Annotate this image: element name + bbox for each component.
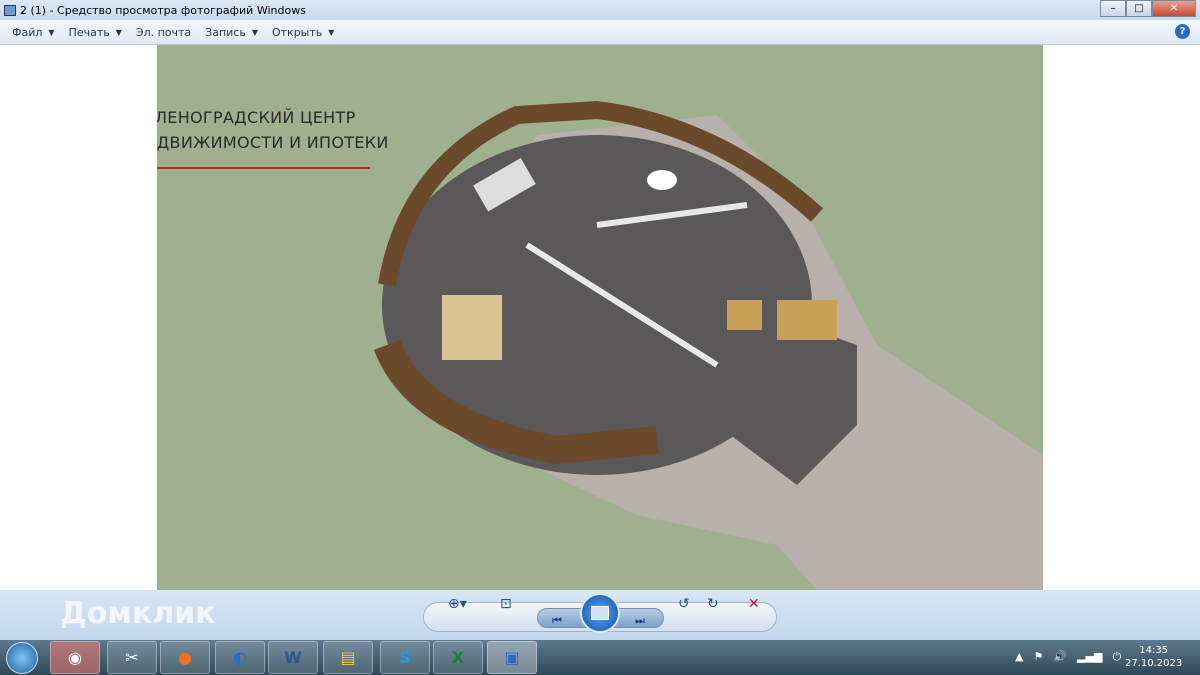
- taskbar-excel[interactable]: X: [433, 641, 483, 674]
- chevron-down-icon: ▼: [48, 27, 55, 37]
- logo-mark: [157, 167, 370, 169]
- cabinet: [777, 300, 837, 340]
- help-icon[interactable]: ?: [1175, 24, 1190, 39]
- taskbar-thunderbird[interactable]: ◐: [215, 641, 265, 674]
- image-viewer: ЗЕЛЕНОГРАДСКИЙ ЦЕНТР НЕДВИЖИМОСТИ И ИПОТ…: [0, 45, 1200, 590]
- menu-label: Файл: [12, 25, 43, 39]
- rotate-ccw-button[interactable]: ↺: [678, 596, 690, 612]
- chevron-down-icon: ▼: [115, 27, 122, 37]
- next-icon: ⏭: [635, 614, 645, 627]
- taskbar: ◉ ✂ ● ◐ W ▤ S X ▣ ▲ ⚑ 🔊 ▂▄▆ ⏻ 14:35 27.1…: [0, 640, 1200, 675]
- fit-button[interactable]: ⊡: [500, 596, 512, 612]
- menu-burn[interactable]: Запись ▼: [205, 26, 258, 39]
- table: [647, 170, 677, 190]
- menu-label: Печать: [68, 25, 110, 39]
- maximize-button[interactable]: □: [1126, 0, 1152, 17]
- power-icon[interactable]: ⏻: [1112, 650, 1121, 664]
- slideshow-icon: [591, 606, 609, 620]
- menu-bar: Файл ▼ Печать ▼ Эл. почта Запись ▼ Открыть ▼…: [0, 20, 1200, 45]
- title-bar: 2 (1) - Средство просмотра фотографий Wi…: [0, 0, 1200, 20]
- menu-label: Открыть: [271, 25, 323, 39]
- logo-line-2: НЕДВИЖИМОСТИ И ИПОТЕКИ: [157, 133, 389, 152]
- taskbar-explorer[interactable]: ▤: [323, 641, 373, 674]
- bed: [442, 295, 502, 360]
- window-title: 2 (1) - Средство просмотра фотографий Wi…: [20, 3, 306, 17]
- menu-email[interactable]: Эл. почта: [136, 26, 191, 39]
- delete-button[interactable]: ✕: [748, 596, 760, 612]
- taskbar-firefox[interactable]: ●: [160, 641, 210, 674]
- viewer-controls: Домклик ⊕▾ ⊡ ⏮ ⏭ ↺ ↻ ✕: [0, 590, 1200, 640]
- show-hidden-icons[interactable]: ▲: [1015, 650, 1023, 664]
- action-center-flag-icon[interactable]: ⚑: [1033, 650, 1043, 664]
- menu-file[interactable]: Файл ▼: [12, 26, 55, 39]
- menu-label: Эл. почта: [135, 25, 192, 39]
- taskbar-photo-viewer[interactable]: ▣: [487, 641, 537, 674]
- minimize-button[interactable]: –: [1100, 0, 1126, 17]
- cabinet: [727, 300, 762, 330]
- system-tray: ▲ ⚑ 🔊 ▂▄▆ ⏻: [1015, 650, 1121, 664]
- close-button[interactable]: ✕: [1152, 0, 1196, 17]
- start-button[interactable]: [6, 642, 38, 674]
- menu-print[interactable]: Печать ▼: [69, 26, 122, 39]
- domclick-watermark: Домклик: [60, 596, 216, 631]
- clock-date: 27.10.2023: [1125, 658, 1183, 669]
- rotate-cw-button[interactable]: ↻: [707, 596, 719, 612]
- network-signal-icon[interactable]: ▂▄▆: [1077, 650, 1102, 664]
- previous-icon: ⏮: [552, 614, 562, 627]
- volume-icon[interactable]: 🔊: [1053, 650, 1067, 664]
- clock[interactable]: 14:35 27.10.2023: [1125, 644, 1182, 670]
- logo-line-1: ЗЕЛЕНОГРАДСКИЙ ЦЕНТР: [157, 108, 356, 127]
- app-icon: [4, 4, 16, 16]
- taskbar-chrome[interactable]: ◉: [50, 641, 100, 674]
- menu-open[interactable]: Открыть ▼: [272, 26, 334, 39]
- taskbar-word[interactable]: W: [268, 641, 318, 674]
- chevron-down-icon: ▼: [328, 27, 335, 37]
- taskbar-skype[interactable]: S: [380, 641, 430, 674]
- menu-label: Запись: [205, 25, 246, 39]
- clock-time: 14:35: [1139, 645, 1169, 656]
- floor-plan-render: ЗЕЛЕНОГРАДСКИЙ ЦЕНТР НЕДВИЖИМОСТИ И ИПОТ…: [157, 45, 1043, 590]
- taskbar-snipping[interactable]: ✂: [107, 641, 157, 674]
- chevron-down-icon: ▼: [251, 27, 258, 37]
- next-button[interactable]: ⏭: [614, 608, 664, 628]
- zoom-button[interactable]: ⊕▾: [448, 596, 467, 612]
- slideshow-button[interactable]: [580, 593, 620, 633]
